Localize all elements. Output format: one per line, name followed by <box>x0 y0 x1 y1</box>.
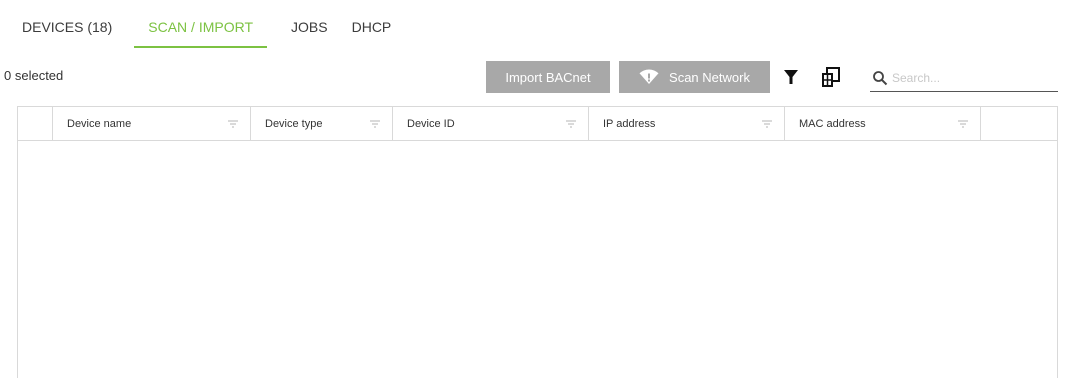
table-header: Device name Device type Device ID IP add… <box>18 107 1057 141</box>
column-header-ip-address[interactable]: IP address <box>589 107 785 140</box>
tab-devices[interactable]: DEVICES (18) <box>22 0 112 48</box>
scan-import-view: DEVICES (18) SCAN / IMPORT JOBS DHCP 0 s… <box>0 0 1068 378</box>
sort-icon[interactable] <box>762 120 772 128</box>
sort-icon[interactable] <box>566 120 576 128</box>
search-input[interactable] <box>892 70 1052 85</box>
tab-dhcp[interactable]: DHCP <box>352 0 392 48</box>
sort-icon[interactable] <box>370 120 380 128</box>
column-label: MAC address <box>799 117 866 130</box>
import-bacnet-label: Import BACnet <box>505 69 591 85</box>
column-header-device-name[interactable]: Device name <box>53 107 251 140</box>
column-header-device-id[interactable]: Device ID <box>393 107 589 140</box>
column-chooser-icon[interactable] <box>820 66 842 88</box>
tab-jobs[interactable]: JOBS <box>291 0 328 48</box>
sort-icon[interactable] <box>958 120 968 128</box>
column-header-mac-address[interactable]: MAC address <box>785 107 981 140</box>
scan-network-button[interactable]: Scan Network <box>619 61 770 93</box>
tab-bar: DEVICES (18) SCAN / IMPORT JOBS DHCP <box>22 0 415 48</box>
tab-scan-import[interactable]: SCAN / IMPORT <box>134 0 268 48</box>
column-label: Device ID <box>407 117 455 130</box>
search-icon <box>872 70 888 86</box>
column-header-device-type[interactable]: Device type <box>251 107 393 140</box>
column-label: Device name <box>67 117 132 130</box>
column-label: IP address <box>603 117 656 130</box>
actions-column-header <box>981 107 1057 140</box>
import-bacnet-button[interactable]: Import BACnet <box>486 61 610 93</box>
search-box <box>870 64 1058 92</box>
scan-network-label: Scan Network <box>669 69 750 85</box>
selected-count: 0 selected <box>4 68 64 83</box>
select-column-header[interactable] <box>18 107 53 140</box>
column-label: Device type <box>265 117 323 130</box>
sort-icon[interactable] <box>228 120 238 128</box>
wifi-icon <box>639 69 659 85</box>
device-table: Device name Device type Device ID IP add… <box>17 106 1058 378</box>
filter-icon[interactable] <box>783 68 799 86</box>
